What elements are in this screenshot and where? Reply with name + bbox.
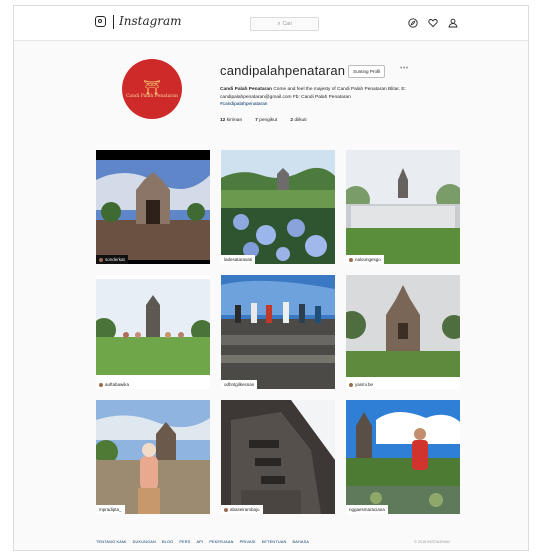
post-tile[interactable]: mpradipta_: [96, 400, 210, 514]
post-caption: naloungesgo: [346, 255, 384, 264]
compass-icon[interactable]: [408, 18, 418, 28]
bio-fullname: Candi Palah Penataran: [220, 87, 272, 92]
profile-bio: Candi Palah Penataran Come and feel the …: [220, 86, 470, 109]
post-tile[interactable]: yasmi.be: [346, 275, 460, 389]
post-tile[interactable]: nggaesmaraciana: [346, 400, 460, 514]
caption-avatar-icon: [99, 257, 103, 262]
user-icon[interactable]: [448, 18, 458, 28]
instagram-window: Instagram ⌕ Cari ⛩ Candi Palah Penataran…: [13, 5, 529, 551]
post-tile[interactable]: naloungesgo: [346, 150, 460, 264]
footer-link-press[interactable]: PERS: [179, 540, 190, 544]
post-caption: yasmi.be: [346, 380, 377, 389]
post-tile[interactable]: ladesatarasati: [221, 150, 335, 264]
footer-link-support[interactable]: DUKUNGAN: [133, 540, 156, 544]
footer-link-api[interactable]: API: [196, 540, 203, 544]
search-icon: ⌕: [277, 20, 281, 27]
post-photo: [96, 150, 210, 264]
footer-link-jobs[interactable]: PEKERJAAN: [209, 540, 233, 544]
post-tile[interactable]: odhntgilkesnan: [221, 275, 335, 389]
caption-avatar-icon: [349, 382, 353, 387]
post-photo: [221, 275, 335, 389]
post-caption: odhntgilkesnan: [221, 380, 258, 389]
footer-link-privacy[interactable]: PRIVASI: [240, 540, 256, 544]
caption-avatar-icon: [99, 382, 103, 387]
profile-username: candipalahpenataran: [220, 63, 346, 78]
caption-avatar-icon: [224, 507, 228, 512]
post-photo: [96, 400, 210, 514]
post-photo: [346, 150, 460, 264]
post-caption: abaseirambajo: [221, 505, 263, 514]
bio-hashtag-link[interactable]: #candipalahpenataran: [220, 101, 470, 109]
footer-link-about[interactable]: TENTANG KAMI: [96, 540, 127, 544]
footer-links: TENTANG KAMI DUKUNGAN BLOG PERS API PEKE…: [96, 540, 460, 544]
post-caption: mpradipta_: [96, 505, 125, 514]
post-photo: [221, 400, 335, 514]
temple-logo-icon: ⛩: [143, 78, 161, 95]
search-input[interactable]: ⌕ Cari: [250, 17, 319, 31]
post-caption: sonderkat: [96, 255, 128, 264]
stat-posts: 12 kiriman: [220, 118, 243, 123]
post-photo: [96, 275, 210, 389]
profile-stats: 12 kiriman 7 pengikut 2 diikuti: [220, 118, 307, 123]
profile-avatar[interactable]: ⛩ Candi Palah Penataran: [122, 59, 182, 119]
brand-divider: [113, 15, 114, 29]
post-photo: [346, 275, 460, 389]
footer-copyright: © 2016 INSTAGRAM: [414, 540, 450, 544]
heart-icon[interactable]: [428, 18, 438, 28]
post-tile[interactable]: sonderkat: [96, 150, 210, 264]
search-placeholder: Cari: [282, 21, 292, 27]
post-caption: auftabawika: [96, 380, 133, 389]
stat-following[interactable]: 2 diikuti: [290, 118, 306, 123]
footer-link-blog[interactable]: BLOG: [162, 540, 173, 544]
post-tile[interactable]: abaseirambajo: [221, 400, 335, 514]
more-options-icon[interactable]: •••: [400, 65, 409, 72]
instagram-glyph-icon[interactable]: [95, 16, 106, 27]
post-caption: nggaesmaraciana: [346, 505, 388, 514]
post-caption: ladesatarasati: [221, 255, 256, 264]
brand-wordmark[interactable]: Instagram: [119, 14, 182, 28]
caption-avatar-icon: [349, 257, 353, 262]
footer-link-language[interactable]: BAHASA: [292, 540, 309, 544]
post-photo: [346, 400, 460, 514]
post-photo: [221, 150, 335, 264]
avatar-logo-text: Candi Palah Penataran: [125, 93, 179, 99]
stat-followers[interactable]: 7 pengikut: [255, 118, 277, 123]
top-nav-bar: Instagram ⌕ Cari: [14, 6, 528, 41]
post-tile[interactable]: auftabawika: [96, 275, 210, 389]
footer-link-terms[interactable]: KETENTUAN: [262, 540, 287, 544]
edit-profile-button[interactable]: Sunting Profil: [348, 65, 386, 78]
